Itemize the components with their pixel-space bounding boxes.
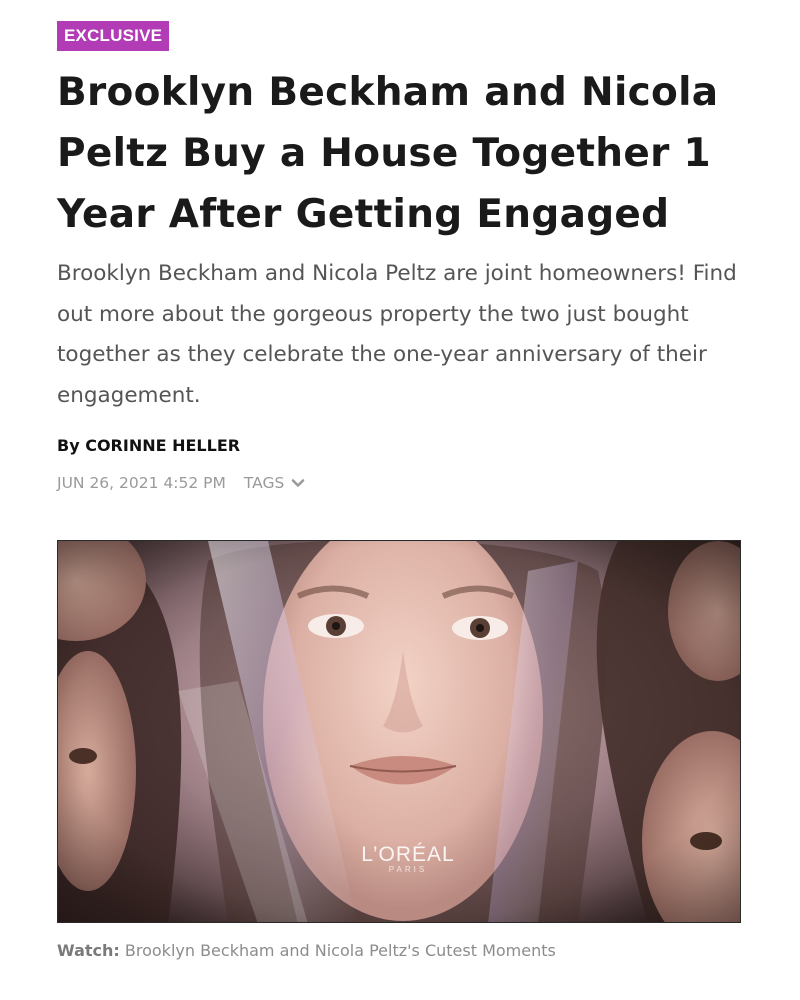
caption-label: Watch: — [57, 941, 120, 960]
caption-text: Brooklyn Beckham and Nicola Peltz's Cute… — [124, 941, 556, 960]
byline: By CORINNE HELLER — [57, 436, 240, 455]
chevron-down-icon — [291, 479, 305, 487]
exclusive-badge[interactable]: EXCLUSIVE — [57, 21, 170, 51]
exclusive-badge-label: EXCLUSIVE — [64, 26, 163, 45]
video-player[interactable]: L’ORÉAL PARIS — [57, 540, 741, 923]
brand-watermark-name: L’ORÉAL — [361, 843, 455, 866]
video-caption: Watch: Brooklyn Beckham and Nicola Peltz… — [57, 941, 556, 960]
article: EXCLUSIVE Brooklyn Beckham and Nicola Pe… — [0, 0, 800, 1000]
publish-date: JUN 26, 2021 4:52 PM — [57, 474, 226, 492]
article-dek: Brooklyn Beckham and Nicola Peltz are jo… — [57, 261, 737, 408]
brand-watermark-sub: PARIS — [388, 865, 428, 874]
brand-watermark: L’ORÉAL PARIS — [348, 843, 468, 874]
author-link[interactable]: CORINNE HELLER — [85, 436, 240, 455]
article-headline: Brooklyn Beckham and Nicola Peltz Buy a … — [57, 70, 719, 237]
byline-prefix: By — [57, 436, 80, 455]
tags-toggle[interactable]: TAGS — [244, 474, 305, 492]
tags-label: TAGS — [243, 474, 285, 492]
article-meta: JUN 26, 2021 4:52 PM TAGS — [57, 474, 305, 492]
